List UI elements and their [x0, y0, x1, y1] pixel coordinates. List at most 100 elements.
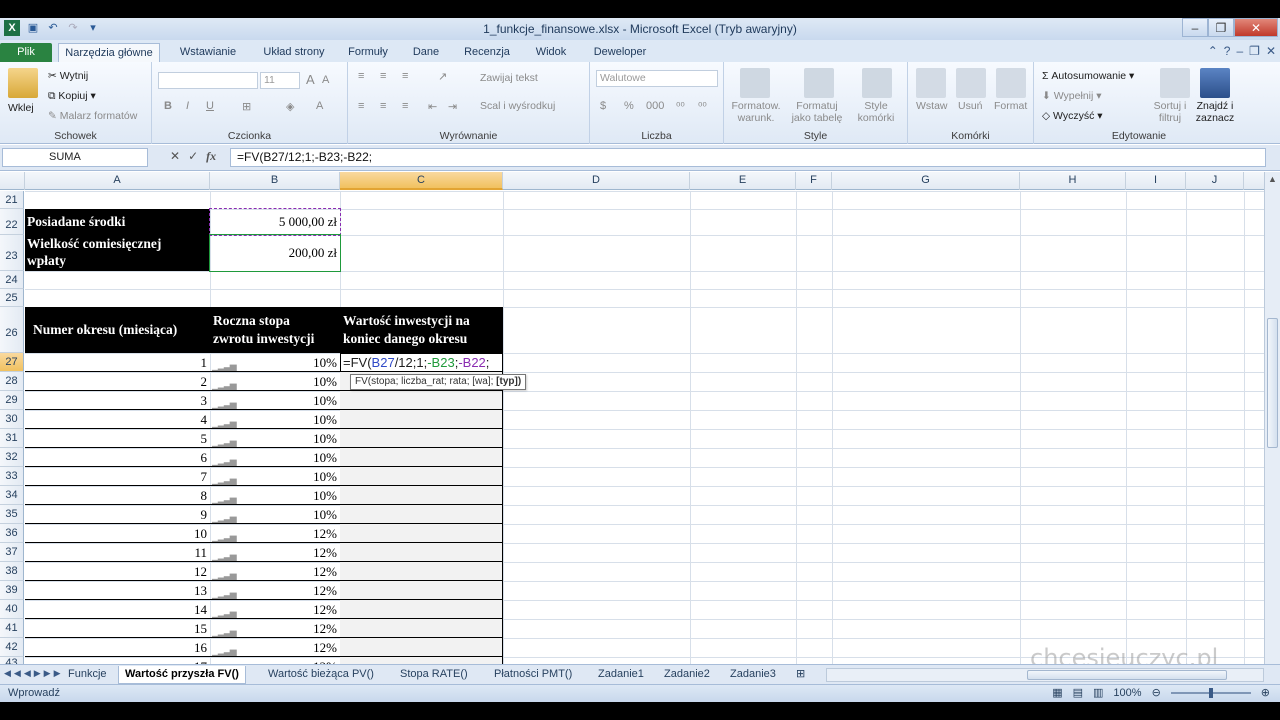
merge-center-button[interactable]: Scal i wyśrodkuj — [480, 100, 555, 112]
insert-function-icon[interactable]: fx — [206, 149, 216, 164]
comma-style-icon[interactable]: 000 — [646, 100, 664, 112]
cell-rate-row[interactable]: ▁▂▃▅ 10% — [210, 448, 340, 467]
cell-a23[interactable]: Wielkość comiesięcznej wpłaty — [25, 235, 210, 271]
page-layout-view-icon[interactable]: ▤ — [1073, 686, 1083, 699]
insert-button[interactable]: Wstaw — [916, 100, 948, 112]
horizontal-scroll-thumb[interactable] — [1027, 670, 1227, 680]
format-painter-button[interactable]: ✎ Malarz formatów — [48, 110, 137, 122]
conditional-format-icon[interactable] — [740, 68, 770, 98]
cell-period-row[interactable]: 1 — [25, 353, 210, 372]
cell-period-row[interactable]: 13 — [25, 581, 210, 600]
cell-value-row[interactable] — [340, 638, 503, 657]
cell-rate-row[interactable]: ▁▂▃▅ 12% — [210, 619, 340, 638]
row-header-39[interactable]: 39 — [0, 581, 24, 600]
shrink-font-icon[interactable]: A — [322, 74, 329, 86]
tab-developer[interactable]: Deweloper — [584, 43, 656, 62]
row-header-40[interactable]: 40 — [0, 600, 24, 619]
cell-rate-row[interactable]: ▁▂▃▅ 12% — [210, 524, 340, 543]
cell-value-row[interactable] — [340, 600, 503, 619]
align-right-icon[interactable]: ≡ — [402, 100, 408, 112]
sheet-tab-funkcje[interactable]: Funkcje — [62, 666, 113, 684]
name-box[interactable]: SUMA — [2, 148, 148, 167]
format-cells-icon[interactable] — [996, 68, 1026, 98]
insert-cells-icon[interactable] — [916, 68, 946, 98]
row-header-35[interactable]: 35 — [0, 505, 24, 524]
cell-rate-row[interactable]: ▁▂▃▅ 10% — [210, 410, 340, 429]
cell-value-row[interactable] — [340, 543, 503, 562]
cell-value-row[interactable] — [340, 581, 503, 600]
sheet-tab-zadanie2[interactable]: Zadanie2 — [658, 666, 716, 684]
cell-rate-row[interactable]: ▁▂▃▅ 10% — [210, 391, 340, 410]
align-bottom-icon[interactable]: ≡ — [402, 70, 408, 82]
cell-value-row[interactable] — [340, 391, 503, 410]
cell-period-row[interactable]: 6 — [25, 448, 210, 467]
cell-rate-row[interactable]: ▁▂▃▅ 12% — [210, 600, 340, 619]
format-button[interactable]: Format — [994, 100, 1027, 112]
row-header-32[interactable]: 32 — [0, 448, 24, 467]
number-format-combo[interactable]: Walutowe — [596, 70, 718, 87]
function-tooltip[interactable]: FV(stopa; liczba_rat; rata; [wa]; [typ]) — [350, 374, 527, 390]
cut-button[interactable]: ✂ Wytnij — [48, 70, 88, 82]
increase-indent-icon[interactable]: ⇥ — [448, 100, 457, 113]
sort-filter-button[interactable]: Sortuj i filtruj — [1150, 100, 1190, 124]
sheet-nav-icons[interactable]: ◀◀◀▶▶▶ — [4, 668, 64, 679]
row-header-33[interactable]: 33 — [0, 467, 24, 486]
row-header-27[interactable]: 27 — [0, 353, 24, 372]
italic-button[interactable]: I — [186, 100, 189, 112]
minimize-ribbon-icon[interactable]: ⌃ — [1208, 44, 1218, 58]
zoom-in-icon[interactable]: ⊕ — [1261, 686, 1270, 699]
column-header-h[interactable]: H — [1020, 172, 1126, 190]
horizontal-scrollbar[interactable] — [826, 668, 1264, 682]
cell-period-row[interactable]: 8 — [25, 486, 210, 505]
delete-cells-icon[interactable] — [956, 68, 986, 98]
cell-value-row[interactable] — [340, 410, 503, 429]
row-header-42[interactable]: 42 — [0, 638, 24, 657]
table-header-rate[interactable]: Roczna stopa zwrotu inwestycji — [210, 307, 340, 353]
zoom-out-icon[interactable]: ⊖ — [1152, 686, 1161, 699]
cell-period-row[interactable]: 9 — [25, 505, 210, 524]
cell-value-row[interactable] — [340, 486, 503, 505]
row-header-31[interactable]: 31 — [0, 429, 24, 448]
tab-review[interactable]: Recenzja — [456, 43, 518, 62]
tab-formulas[interactable]: Formuły — [340, 43, 396, 62]
vertical-scrollbar[interactable]: ▲ ▼ — [1264, 172, 1280, 682]
zoom-level[interactable]: 100% — [1113, 687, 1141, 699]
cell-rate-row[interactable]: ▁▂▃▅ 10% — [210, 372, 340, 391]
tab-page-layout[interactable]: Układ strony — [256, 43, 332, 62]
cancel-entry-icon[interactable]: ✕ — [170, 149, 180, 164]
tab-view[interactable]: Widok — [526, 43, 576, 62]
normal-view-icon[interactable]: ▦ — [1052, 686, 1062, 699]
cell-rate-row[interactable]: ▁▂▃▅ 12% — [210, 638, 340, 657]
cell-period-row[interactable]: 12 — [25, 562, 210, 581]
row-header-24[interactable]: 24 — [0, 271, 24, 289]
increase-decimal-icon[interactable]: ⁰⁰ — [676, 100, 685, 113]
row-header-28[interactable]: 28 — [0, 372, 24, 391]
cell-rate-row[interactable]: ▁▂▃▅ 12% — [210, 562, 340, 581]
close-button[interactable]: ✕ — [1234, 18, 1278, 37]
column-header-j[interactable]: J — [1186, 172, 1244, 190]
fill-button[interactable]: ⬇ Wypełnij ▾ — [1042, 90, 1102, 102]
align-middle-icon[interactable]: ≡ — [380, 70, 386, 82]
conditional-format-button[interactable]: Formatow. warunk. — [730, 100, 782, 124]
sort-filter-icon[interactable] — [1160, 68, 1190, 98]
cell-value-row[interactable] — [340, 429, 503, 448]
cell-value-row[interactable] — [340, 524, 503, 543]
cell-period-row[interactable]: 3 — [25, 391, 210, 410]
font-name-combo[interactable] — [158, 72, 258, 89]
cell-c27-editing[interactable]: =FV(B27/12;1;-B23;-B22; — [340, 353, 503, 372]
sheet-tab-pmt[interactable]: Płatności PMT() — [488, 666, 578, 684]
cell-period-row[interactable]: 4 — [25, 410, 210, 429]
align-center-icon[interactable]: ≡ — [380, 100, 386, 112]
select-all-corner[interactable] — [0, 172, 25, 190]
row-header-34[interactable]: 34 — [0, 486, 24, 505]
column-header-d[interactable]: D — [503, 172, 690, 190]
cell-period-row[interactable]: 5 — [25, 429, 210, 448]
cell-rate-row[interactable]: ▁▂▃▅ 10% — [210, 486, 340, 505]
align-top-icon[interactable]: ≡ — [358, 70, 364, 82]
page-break-view-icon[interactable]: ▥ — [1093, 686, 1103, 699]
row-header-26[interactable]: 26 — [0, 307, 24, 353]
tab-data[interactable]: Dane — [404, 43, 448, 62]
cell-rate-row[interactable]: ▁▂▃▅ 12% — [210, 543, 340, 562]
fill-color-icon[interactable]: ◈ — [286, 100, 294, 113]
decrease-decimal-icon[interactable]: ⁰⁰ — [698, 100, 707, 113]
